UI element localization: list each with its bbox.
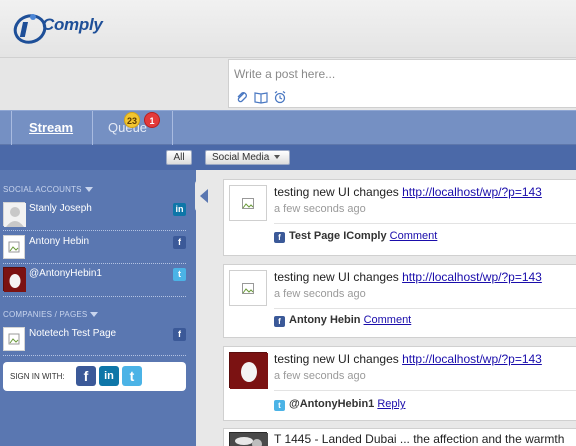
companies-pages-title: COMPANIES / PAGES — [3, 310, 88, 319]
composer-tools — [235, 90, 287, 106]
filter-all-button[interactable]: All — [166, 150, 192, 165]
filter-bar: All Social Media — [0, 145, 576, 170]
queue-pending-badge: 23 — [124, 112, 141, 128]
facebook-icon: f — [173, 236, 186, 249]
twitter-icon: t — [274, 400, 285, 411]
comment-link[interactable]: Comment — [390, 230, 438, 242]
collapse-arrow-icon — [200, 189, 208, 203]
social-accounts-title: SOCIAL ACCOUNTS — [3, 185, 82, 194]
post-text: testing new UI changes http://localhost/… — [274, 352, 542, 366]
post-footer: f Antony Hebin Comment — [274, 314, 411, 327]
app-header: Comply — [0, 0, 576, 58]
avatar — [3, 235, 25, 259]
linkedin-icon: in — [173, 203, 186, 216]
facebook-icon: f — [173, 328, 186, 341]
divider — [3, 230, 186, 231]
post-author: Test Page IComply — [289, 230, 387, 242]
feed-post: testing new UI changes http://localhost/… — [223, 346, 576, 421]
attach-icon[interactable] — [235, 90, 249, 104]
divider — [274, 223, 576, 224]
post-thumbnail[interactable] — [229, 352, 268, 389]
divider — [274, 390, 576, 391]
linkedin-signin-button[interactable]: in — [99, 366, 119, 386]
account-item[interactable]: Stanly Joseph in — [0, 200, 196, 232]
social-media-label: Social Media — [212, 152, 270, 163]
post-timestamp: a few seconds ago — [274, 288, 366, 300]
composer-strip — [0, 58, 576, 110]
photo-thumbnail-icon — [230, 433, 268, 446]
stream-feed: testing new UI changes http://localhost/… — [216, 170, 576, 446]
caret-down-icon — [84, 187, 93, 192]
post-thumbnail[interactable] — [229, 270, 267, 306]
post-thumbnail[interactable] — [229, 432, 268, 446]
logo-text: Comply — [42, 15, 103, 34]
sign-in-panel: SIGN IN WITH: f in t — [3, 362, 186, 391]
facebook-signin-button[interactable]: f — [76, 366, 96, 386]
post-text: testing new UI changes http://localhost/… — [274, 185, 542, 199]
post-text: T 1445 - Landed Dubai ... the affection … — [274, 432, 564, 446]
broken-image-icon — [242, 198, 254, 209]
post-thumbnail[interactable] — [229, 185, 267, 221]
egg-avatar-icon — [230, 353, 268, 389]
divider — [274, 308, 576, 309]
post-message: testing new UI changes — [274, 270, 403, 284]
social-media-dropdown[interactable]: Social Media — [205, 150, 290, 165]
post-message: testing new UI changes — [274, 352, 403, 366]
tab-separator — [92, 111, 93, 145]
post-composer — [228, 59, 576, 108]
post-timestamp: a few seconds ago — [274, 203, 366, 215]
avatar — [3, 202, 26, 227]
avatar — [3, 327, 25, 351]
companies-pages-header[interactable]: COMPANIES / PAGES — [3, 310, 99, 319]
divider — [3, 355, 186, 356]
alarm-clock-icon[interactable] — [273, 90, 287, 104]
social-accounts-header[interactable]: SOCIAL ACCOUNTS — [3, 185, 93, 194]
post-link[interactable]: http://localhost/wp/?p=143 — [402, 270, 542, 284]
chevron-down-icon — [274, 155, 281, 159]
queue-alert-badge: 1 — [144, 112, 160, 128]
accounts-sidebar: SOCIAL ACCOUNTS Stanly Joseph in Antony … — [0, 170, 196, 446]
avatar — [3, 267, 26, 292]
page-name: Notetech Test Page — [29, 328, 117, 339]
post-footer: f Test Page IComply Comment — [274, 230, 437, 243]
facebook-icon: f — [274, 316, 285, 327]
account-item[interactable]: @AntonyHebin1 t — [0, 265, 196, 297]
post-author: @AntonyHebin1 — [289, 398, 375, 410]
divider — [3, 296, 186, 297]
feed-post: T 1445 - Landed Dubai ... the affection … — [223, 428, 576, 446]
post-author: Antony Hebin — [289, 314, 361, 326]
twitter-signin-button[interactable]: t — [122, 366, 142, 386]
twitter-icon: t — [173, 268, 186, 281]
tab-separator — [172, 111, 173, 145]
account-name: @AntonyHebin1 — [29, 268, 102, 279]
feed-post: testing new UI changes http://localhost/… — [223, 179, 576, 256]
book-icon[interactable] — [254, 90, 268, 104]
tab-stream[interactable]: Stream — [29, 120, 73, 135]
post-footer: t @AntonyHebin1 Reply — [274, 398, 405, 411]
facebook-icon: f — [274, 232, 285, 243]
post-input[interactable] — [229, 60, 576, 88]
post-text: testing new UI changes http://localhost/… — [274, 270, 542, 284]
broken-image-icon — [242, 283, 254, 294]
post-link[interactable]: http://localhost/wp/?p=143 — [402, 352, 542, 366]
account-name: Antony Hebin — [29, 236, 90, 247]
tab-separator — [11, 111, 12, 145]
post-message: testing new UI changes — [274, 185, 403, 199]
post-message: T 1445 - Landed Dubai ... the affection … — [274, 432, 565, 446]
post-link[interactable]: http://localhost/wp/?p=143 — [402, 185, 542, 199]
reply-link[interactable]: Reply — [377, 398, 405, 410]
comment-link[interactable]: Comment — [364, 314, 412, 326]
account-name: Stanly Joseph — [29, 203, 92, 214]
sign-in-label: SIGN IN WITH: — [10, 372, 65, 381]
divider — [3, 263, 186, 264]
collapse-sidebar-button[interactable] — [195, 180, 215, 212]
account-item[interactable]: Antony Hebin f — [0, 233, 196, 265]
caret-down-icon — [90, 312, 99, 317]
page-item[interactable]: Notetech Test Page f — [0, 325, 196, 357]
post-timestamp: a few seconds ago — [274, 370, 366, 382]
feed-post: testing new UI changes http://localhost/… — [223, 264, 576, 338]
main-tabs: Stream Queue — [0, 110, 576, 145]
